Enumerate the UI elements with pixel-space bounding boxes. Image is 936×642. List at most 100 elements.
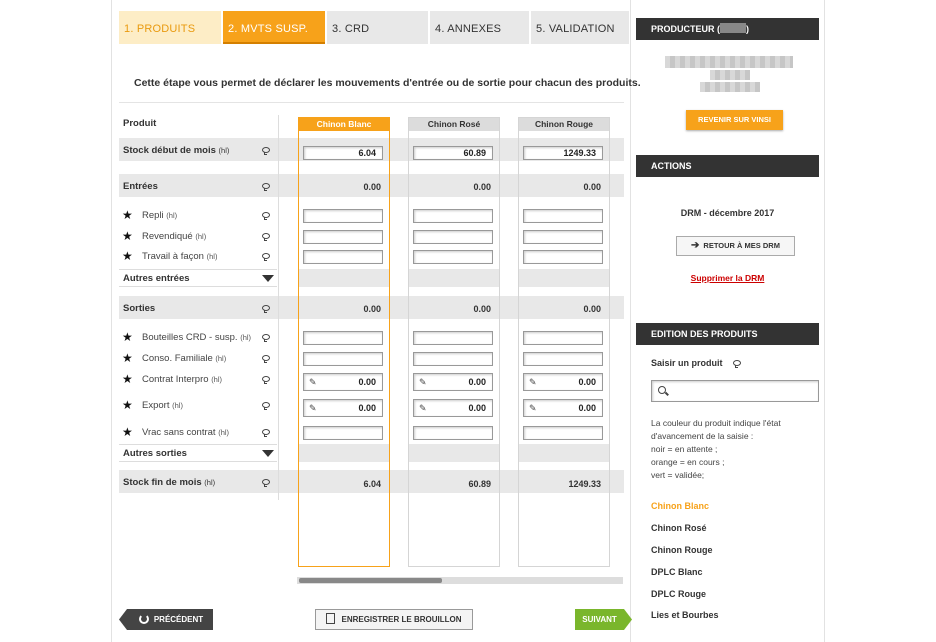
unit-text: (hl): [240, 333, 252, 342]
repli-input[interactable]: [523, 209, 603, 223]
vrac-input[interactable]: [523, 426, 603, 440]
revenir-vinsi-button[interactable]: REVENIR SUR VINSI: [686, 110, 783, 130]
revendique-input[interactable]: [303, 230, 383, 244]
entrees-label: Entrées: [123, 181, 158, 192]
autres-sorties-label: Autres sorties: [123, 448, 187, 459]
vrac-input[interactable]: [303, 426, 383, 440]
bouteilles-input[interactable]: [523, 331, 603, 345]
unit-text: (hl): [218, 146, 230, 155]
product-column-header[interactable]: Chinon Rouge: [519, 118, 609, 131]
revendique-input[interactable]: [523, 230, 603, 244]
conso-label: Conso. Familiale (hl): [142, 353, 226, 365]
stock-fin-total: 6.04: [363, 479, 381, 489]
contrat-value: 0.00: [358, 377, 376, 387]
step-produits[interactable]: 1. PRODUITS: [119, 11, 221, 44]
repli-input[interactable]: [413, 209, 493, 223]
divider: [119, 102, 624, 103]
export-input[interactable]: ✎ 0.00: [523, 399, 603, 417]
product-link[interactable]: Lies et Bourbes: [651, 610, 719, 620]
export-input[interactable]: ✎ 0.00: [413, 399, 493, 417]
product-link[interactable]: Chinon Rouge: [651, 545, 713, 555]
producteur-close: ): [746, 24, 749, 34]
drm-title: DRM - décembre 2017: [680, 208, 775, 218]
comment-icon[interactable]: [262, 147, 270, 155]
stock-debut-input[interactable]: 1249.33: [523, 146, 603, 160]
product-column-header[interactable]: Chinon Rosé: [409, 118, 499, 131]
step-validation[interactable]: 5. VALIDATION: [531, 11, 629, 44]
legend-line: noir = en attente ;: [651, 444, 718, 454]
horizontal-scrollbar[interactable]: [297, 577, 623, 584]
export-input[interactable]: ✎ 0.00: [303, 399, 383, 417]
expand-arrow-icon[interactable]: [262, 275, 274, 282]
comment-icon[interactable]: [262, 233, 270, 241]
comment-icon[interactable]: [733, 360, 741, 368]
stock-debut-input[interactable]: 6.04: [303, 146, 383, 160]
pencil-icon[interactable]: ✎: [529, 400, 537, 416]
legend-text: La couleur du produit indique l'état d'a…: [651, 417, 781, 482]
step-crd[interactable]: 3. CRD: [327, 11, 428, 44]
bouteilles-input[interactable]: [413, 331, 493, 345]
retour-drm-button[interactable]: ➔ RETOUR À MES DRM: [676, 236, 795, 256]
bouteilles-label: Bouteilles CRD - susp. (hl): [142, 332, 251, 344]
precedent-label: PRÉCÉDENT: [153, 615, 204, 624]
pencil-icon[interactable]: ✎: [419, 400, 427, 416]
product-column[interactable]: Chinon Rosé 60.89 0.00 0.00 ✎ 0.00 ✎ 0.00 …: [408, 117, 500, 567]
product-column-header[interactable]: Chinon Blanc: [299, 118, 389, 131]
comment-icon[interactable]: [262, 479, 270, 487]
repli-input[interactable]: [303, 209, 383, 223]
redacted-blur: [720, 23, 746, 33]
conso-input[interactable]: [523, 352, 603, 366]
producteur-header: PRODUCTEUR (): [636, 18, 819, 40]
product-link[interactable]: Chinon Blanc: [651, 501, 709, 511]
brouillon-button[interactable]: ENREGISTRER LE BROUILLON: [315, 609, 473, 630]
product-link[interactable]: DPLC Rouge: [651, 589, 706, 599]
travail-input[interactable]: [303, 250, 383, 264]
supprimer-drm-link[interactable]: Supprimer la DRM: [636, 273, 819, 283]
comment-icon[interactable]: [262, 305, 270, 313]
comment-icon[interactable]: [262, 253, 270, 261]
travail-input[interactable]: [523, 250, 603, 264]
sorties-total: 0.00: [363, 304, 381, 314]
pencil-icon[interactable]: ✎: [419, 374, 427, 390]
pencil-icon[interactable]: ✎: [529, 374, 537, 390]
product-link[interactable]: DPLC Blanc: [651, 567, 703, 577]
conso-input[interactable]: [413, 352, 493, 366]
comment-icon[interactable]: [262, 334, 270, 342]
intro-text: Cette étape vous permet de déclarer les …: [134, 77, 641, 89]
arrow-right-icon: ➔: [691, 240, 700, 251]
bouteilles-input[interactable]: [303, 331, 383, 345]
comment-icon[interactable]: [262, 376, 270, 384]
product-search-input[interactable]: [651, 380, 819, 402]
product-column[interactable]: Chinon Rouge 1249.33 0.00 0.00 ✎ 0.00 ✎ 0.…: [518, 117, 610, 567]
conso-input[interactable]: [303, 352, 383, 366]
contrat-input[interactable]: ✎ 0.00: [303, 373, 383, 391]
step-annexes[interactable]: 4. ANNEXES: [430, 11, 529, 44]
unit-text: (hl): [218, 428, 230, 437]
precedent-button[interactable]: PRÉCÉDENT: [119, 609, 213, 630]
step-mvts-susp[interactable]: 2. MVTS SUSP.: [223, 11, 325, 44]
expand-arrow-icon[interactable]: [262, 450, 274, 457]
product-column[interactable]: Chinon Blanc 6.04 0.00 0.00 ✎ 0.00 ✎ 0.00 …: [298, 117, 390, 567]
entrees-total: 0.00: [583, 182, 601, 192]
pencil-icon[interactable]: ✎: [309, 374, 317, 390]
star-icon: ★: [122, 208, 133, 222]
redacted-blur: [700, 82, 760, 92]
revendique-input[interactable]: [413, 230, 493, 244]
comment-icon[interactable]: [262, 212, 270, 220]
suivant-button[interactable]: SUIVANT: [575, 609, 632, 630]
comment-icon[interactable]: [262, 355, 270, 363]
comment-icon[interactable]: [262, 402, 270, 410]
redacted-blur: [710, 70, 750, 80]
product-link[interactable]: Chinon Rosé: [651, 523, 707, 533]
stock-debut-text: Stock début de mois: [123, 145, 216, 156]
stock-debut-input[interactable]: 60.89: [413, 146, 493, 160]
comment-icon[interactable]: [262, 429, 270, 437]
pencil-icon[interactable]: ✎: [309, 400, 317, 416]
vrac-input[interactable]: [413, 426, 493, 440]
contrat-input[interactable]: ✎ 0.00: [523, 373, 603, 391]
contrat-label: Contrat Interpro (hl): [142, 374, 222, 386]
comment-icon[interactable]: [262, 183, 270, 191]
contrat-input[interactable]: ✎ 0.00: [413, 373, 493, 391]
scrollbar-thumb[interactable]: [299, 578, 442, 583]
travail-input[interactable]: [413, 250, 493, 264]
